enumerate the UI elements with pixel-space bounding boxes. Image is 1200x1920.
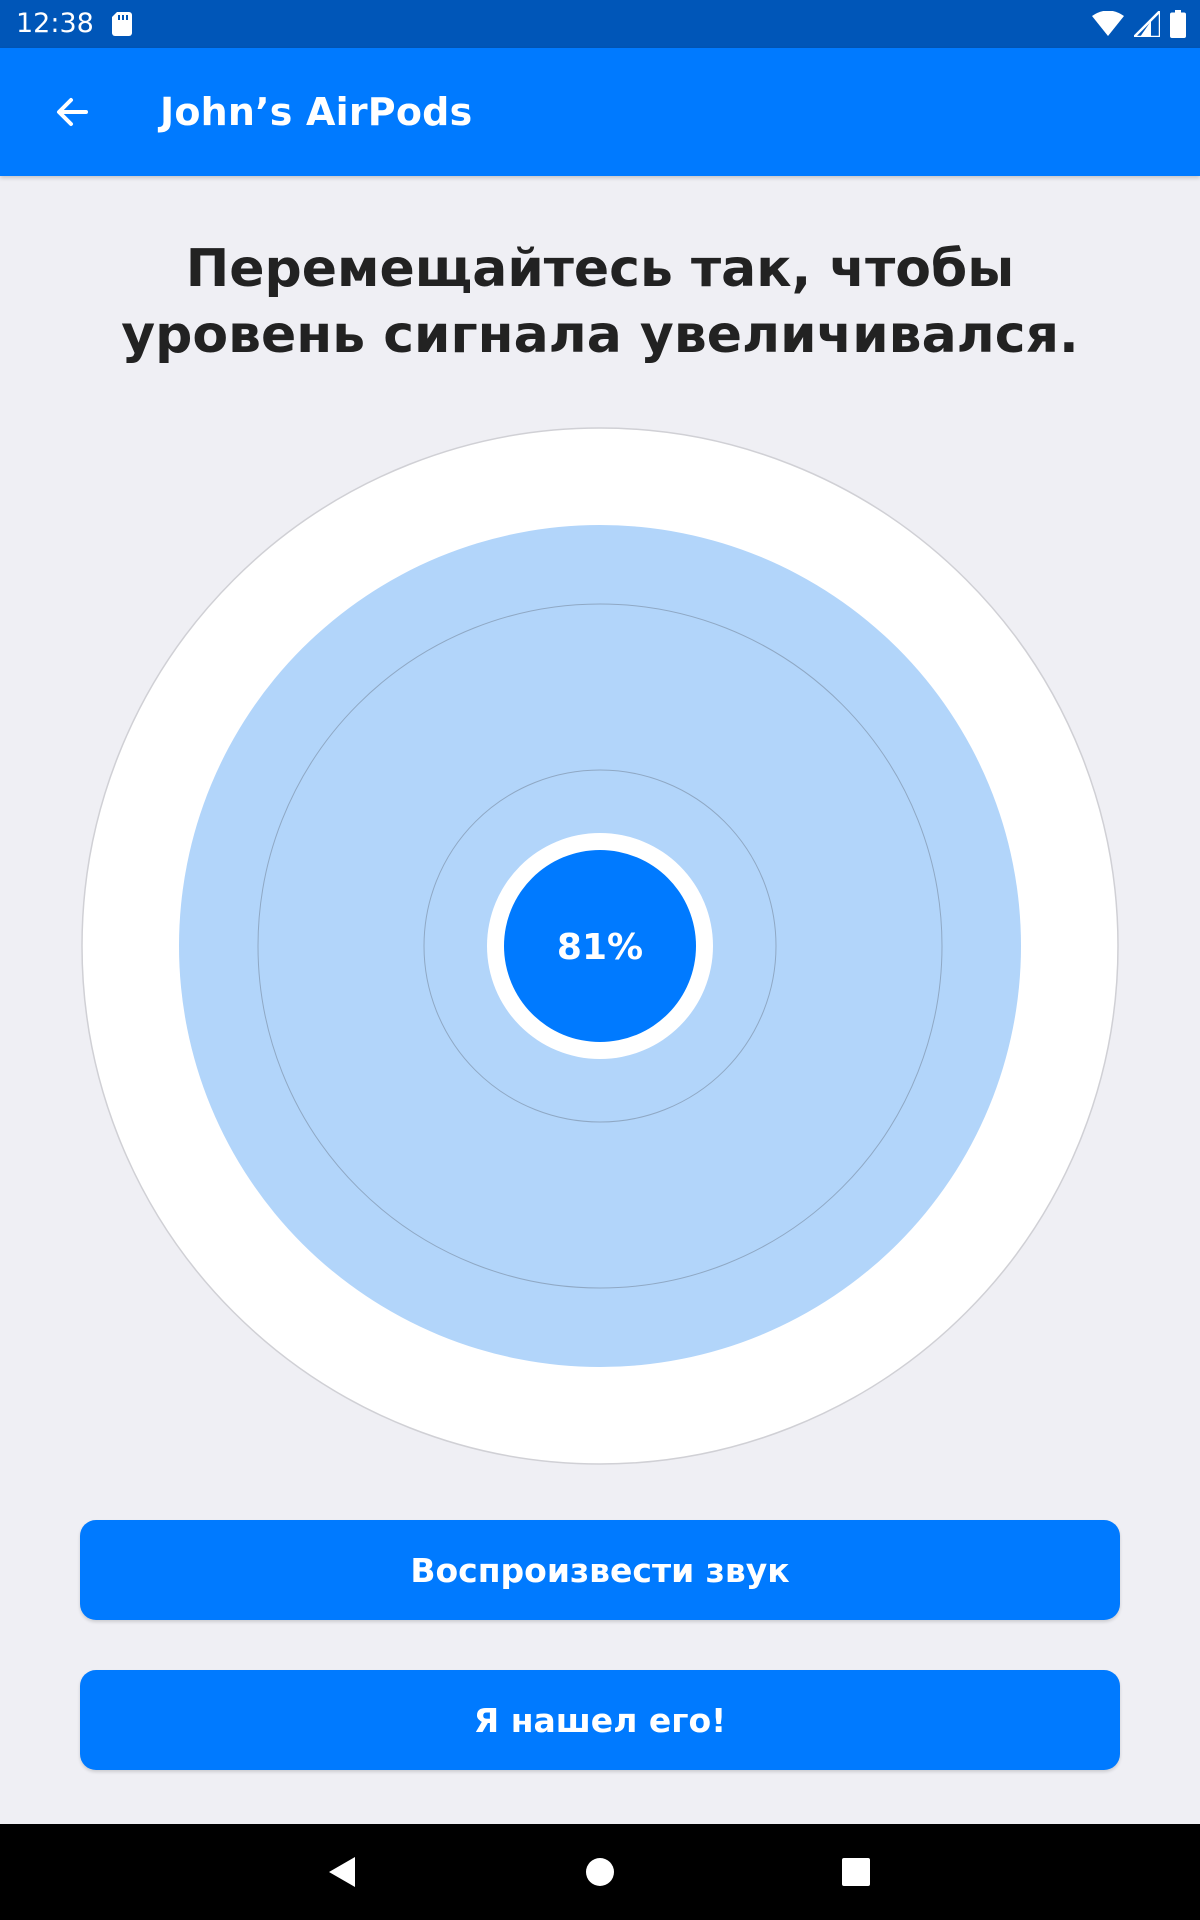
- battery-icon: [1170, 10, 1186, 38]
- instruction-text: Перемещайтесь так, чтобы уровень сигнала…: [121, 239, 1079, 365]
- cellular-signal-icon: [1134, 11, 1160, 37]
- nav-recents-button[interactable]: [826, 1842, 886, 1902]
- play-sound-button[interactable]: Воспроизвести звук: [80, 1520, 1120, 1620]
- home-circle-icon: [586, 1858, 614, 1886]
- navigation-bar: [0, 1824, 1200, 1920]
- status-icons: [1092, 10, 1186, 38]
- app-bar: John’s AirPods: [0, 48, 1200, 176]
- back-triangle-icon: [329, 1857, 355, 1887]
- page-title: John’s AirPods: [160, 90, 473, 134]
- signal-radar: 81%: [81, 427, 1119, 1465]
- signal-percent: 81%: [557, 927, 643, 968]
- back-button[interactable]: [32, 72, 112, 152]
- sd-card-icon: [112, 12, 132, 36]
- arrow-back-icon: [57, 98, 88, 126]
- status-time: 12:38: [16, 8, 94, 39]
- status-bar: 12:38: [0, 0, 1200, 48]
- nav-back-button[interactable]: [312, 1842, 372, 1902]
- nav-home-button[interactable]: [570, 1842, 630, 1902]
- wifi-icon: [1092, 11, 1124, 36]
- found-it-button[interactable]: Я нашел его!: [80, 1670, 1120, 1770]
- recents-square-icon: [842, 1858, 870, 1886]
